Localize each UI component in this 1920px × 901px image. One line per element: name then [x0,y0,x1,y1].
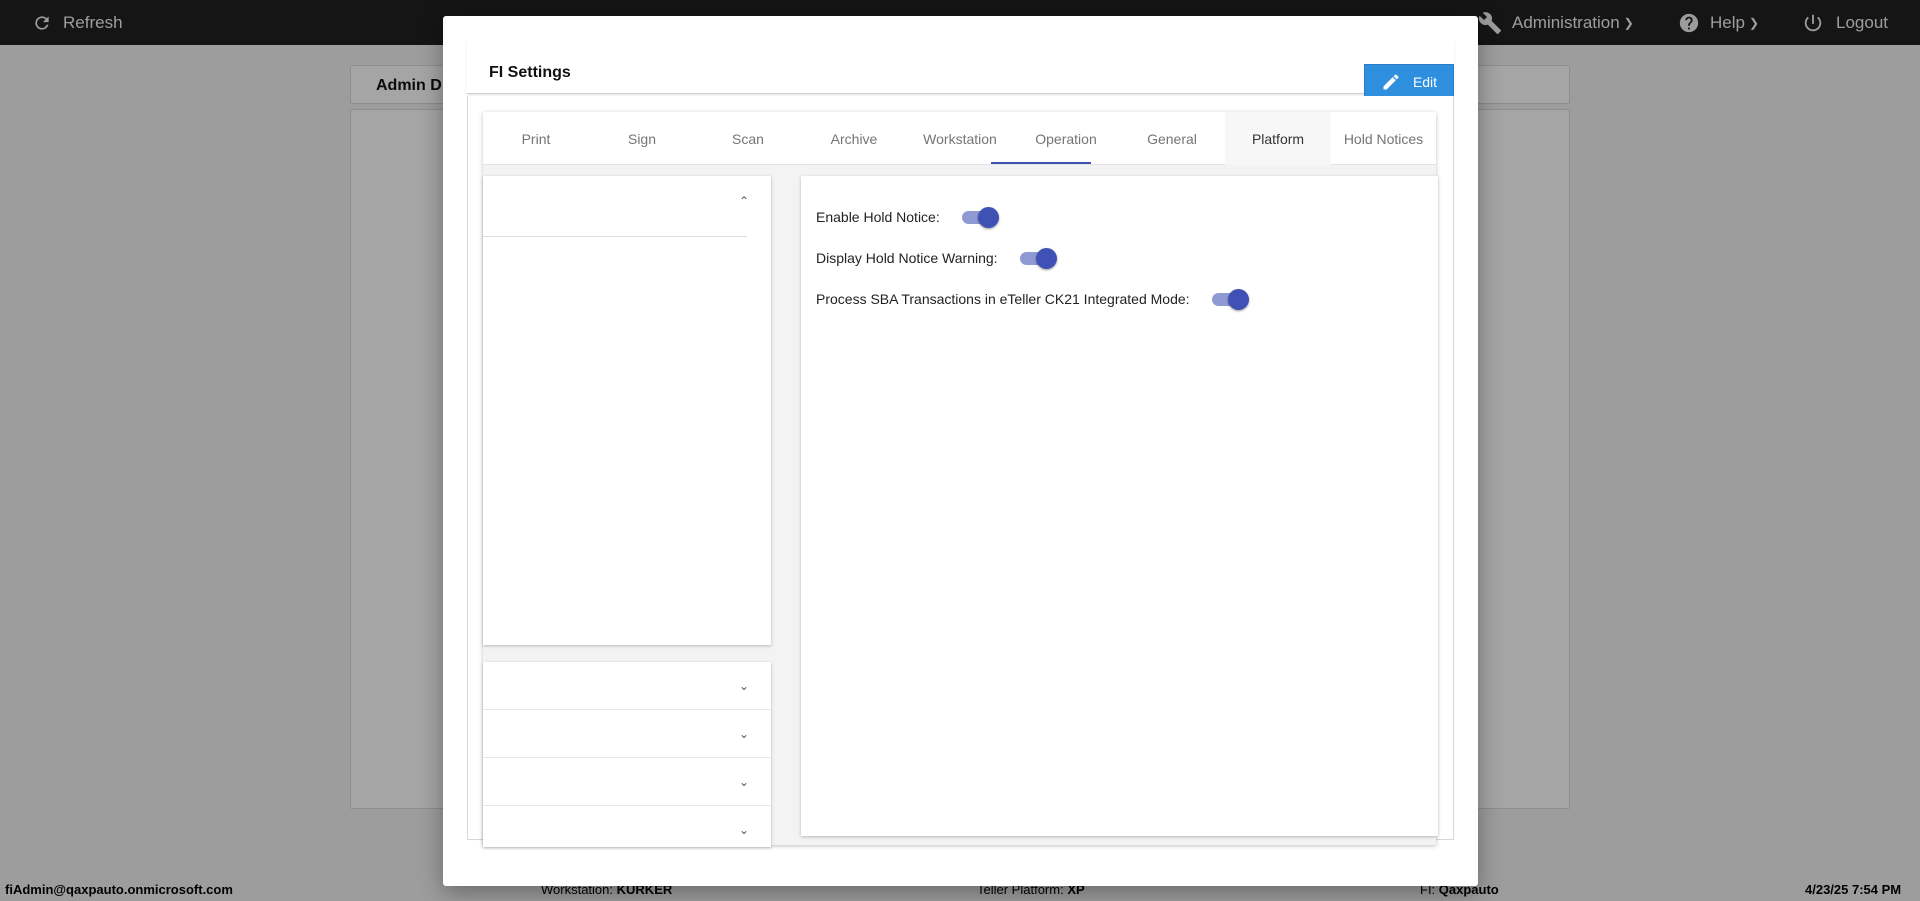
chevron-down-icon: ⌄ [738,679,749,693]
operation-settings-panel: Enable Hold Notice: Display Hold Notice … [801,176,1438,836]
accordion-item[interactable]: ⌄ [483,758,771,806]
edit-label: Edit [1412,73,1438,90]
setting-label: Enable Hold Notice: [816,209,940,225]
chevron-down-icon: ⌄ [738,823,749,837]
settings-tabs: Print Sign Scan Archive Workstation Oper… [483,112,1436,165]
enable-hold-notice-toggle[interactable] [961,206,1000,228]
pencil-icon [1383,73,1399,89]
display-hold-notice-warning-toggle[interactable] [1019,247,1058,269]
edit-button[interactable]: Edit [1364,64,1454,99]
tab-platform[interactable]: Platform [1225,112,1331,165]
accordion-item[interactable]: ⌄ [483,806,771,854]
process-sba-transactions-toggle[interactable] [1211,288,1250,310]
dialog-title: FI Settings [489,64,571,81]
chevron-down-icon: ⌄ [738,727,749,741]
fi-settings-dialog: FI Settings Edit Print Sign Scan Archive… [443,16,1478,886]
accordion-header-expanded[interactable]: ⌃ [483,176,771,236]
setting-process-sba-transactions: Process SBA Transactions in eTeller CK21… [816,288,1250,310]
setting-label: Display Hold Notice Warning: [816,250,998,266]
tab-operation[interactable]: Operation [1013,112,1119,165]
accordion-item[interactable]: ⌄ [483,662,771,710]
collapsed-accordion-list: ⌄ ⌄ ⌄ ⌄ [483,662,771,847]
tab-general[interactable]: General [1119,112,1225,165]
chevron-down-icon: ⌄ [738,775,749,789]
active-tab-indicator [991,162,1091,164]
tab-workstation[interactable]: Workstation [907,112,1013,165]
tab-sign[interactable]: Sign [589,112,695,165]
setting-enable-hold-notice: Enable Hold Notice: [816,206,1000,228]
tab-archive[interactable]: Archive [801,112,907,165]
accordion-item[interactable]: ⌄ [483,710,771,758]
dialog-header: FI Settings Edit [467,40,1454,99]
tab-print[interactable]: Print [483,112,589,165]
setting-display-hold-notice-warning: Display Hold Notice Warning: [816,247,1058,269]
accordion-divider [483,236,747,237]
chevron-up-icon: ⌃ [738,194,749,208]
settings-tab-card: Print Sign Scan Archive Workstation Oper… [483,112,1438,847]
expanded-accordion-panel: ⌃ [483,176,771,645]
setting-label: Process SBA Transactions in eTeller CK21… [816,291,1190,307]
tab-scan[interactable]: Scan [695,112,801,165]
tab-hold-notices[interactable]: Hold Notices [1331,112,1436,165]
